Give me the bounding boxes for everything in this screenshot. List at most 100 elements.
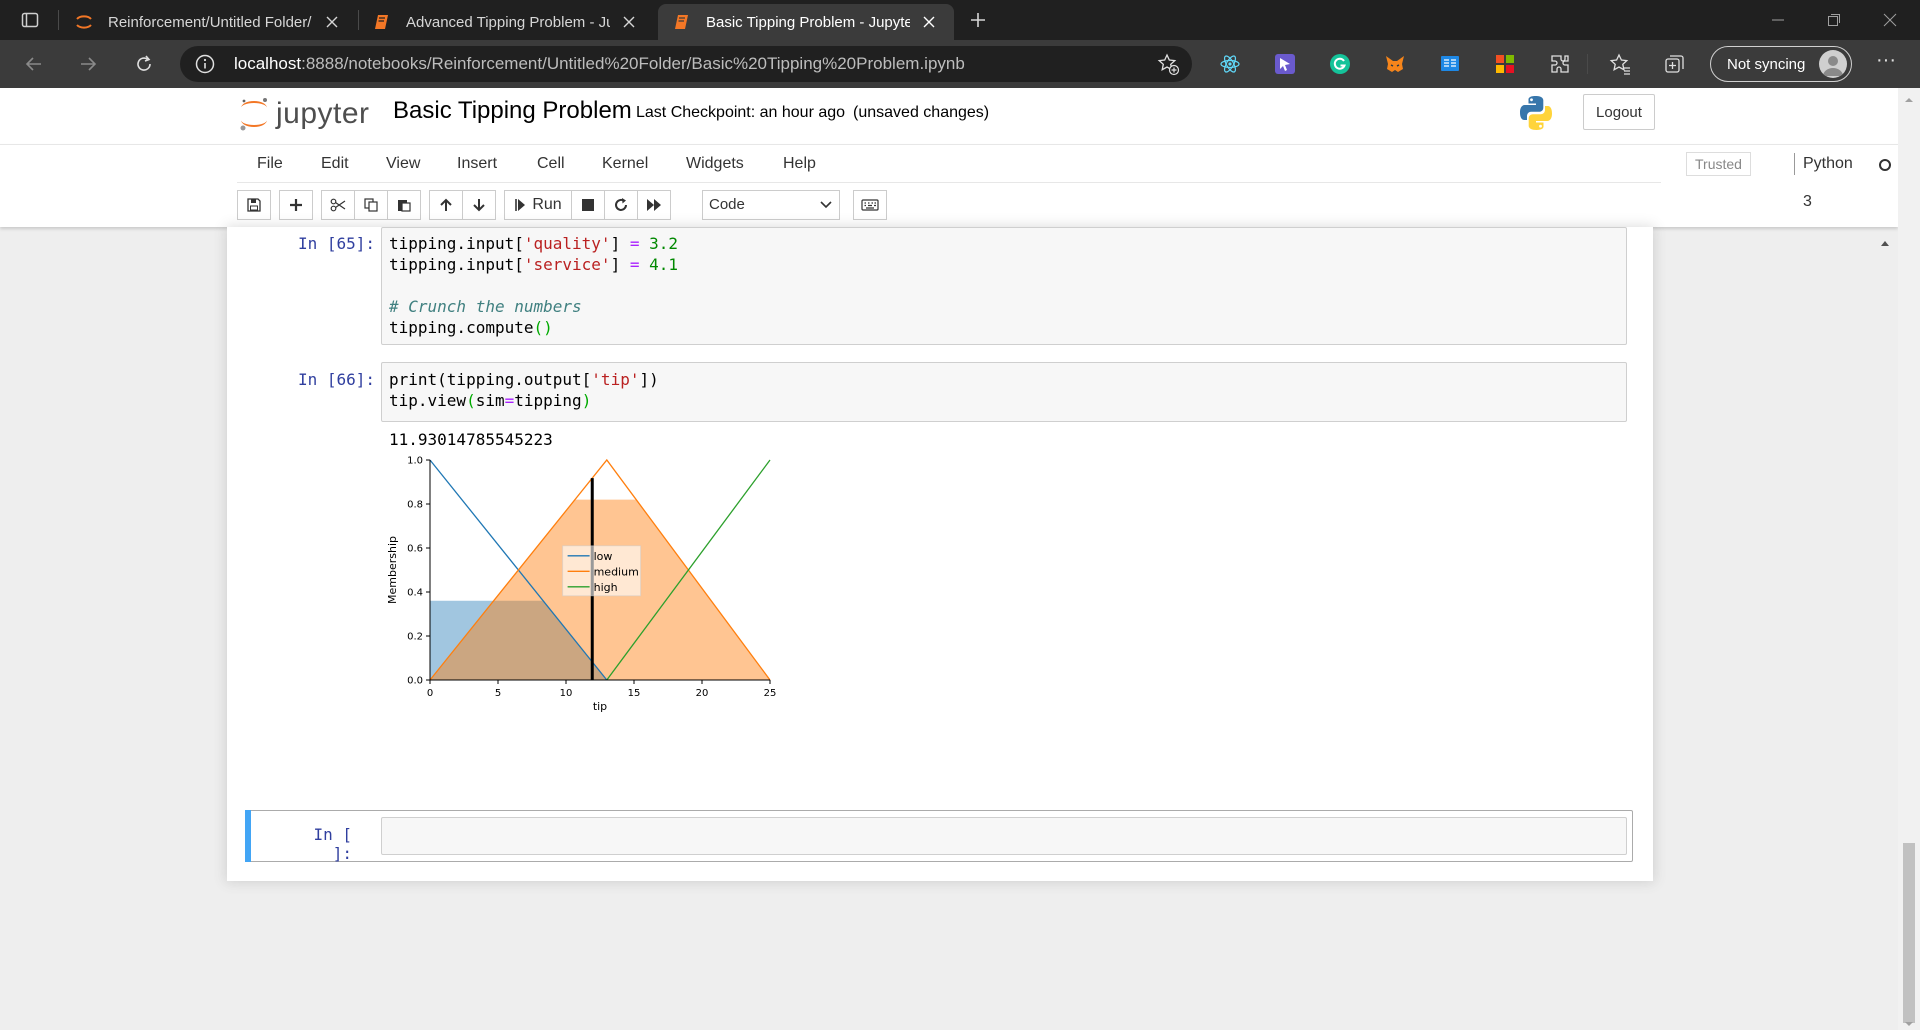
extensions-icon[interactable] bbox=[1548, 52, 1572, 76]
selected-cell[interactable]: In [ ]: bbox=[245, 810, 1633, 863]
scroll-down-icon[interactable] bbox=[1904, 1016, 1914, 1026]
favorites-icon[interactable] bbox=[1608, 52, 1632, 76]
more-options-icon[interactable]: ··· bbox=[1870, 50, 1902, 76]
run-button[interactable]: Run bbox=[504, 190, 572, 220]
y-tick-label: 1.0 bbox=[407, 456, 423, 467]
empty-code-input[interactable] bbox=[381, 817, 1627, 855]
copy-button[interactable] bbox=[354, 190, 388, 220]
forward-icon[interactable] bbox=[70, 48, 106, 80]
browser-tab-folder[interactable]: Reinforcement/Untitled Folder/ bbox=[60, 4, 357, 40]
code-line: tipping.compute() bbox=[389, 318, 553, 337]
insert-cell-button[interactable] bbox=[279, 190, 313, 220]
cell-type-select[interactable]: Code bbox=[702, 190, 840, 220]
window-close-icon[interactable] bbox=[1862, 0, 1918, 40]
x-tick-label: 25 bbox=[764, 688, 777, 699]
step-forward-icon bbox=[515, 199, 526, 211]
checkpoint-status: Last Checkpoint: an hour ago (unsaved cha… bbox=[636, 104, 989, 122]
menu-cell[interactable]: Cell bbox=[537, 145, 565, 183]
notebook-icon bbox=[672, 12, 692, 32]
move-down-button[interactable] bbox=[462, 190, 496, 220]
new-tab-icon[interactable] bbox=[962, 8, 994, 32]
tab-actions-icon[interactable] bbox=[12, 8, 48, 32]
logout-button[interactable]: Logout bbox=[1583, 94, 1655, 130]
restart-icon bbox=[615, 198, 627, 211]
scroll-up-icon[interactable] bbox=[1904, 92, 1914, 102]
jupyter-logo-text: jupyter bbox=[276, 97, 370, 130]
command-palette-button[interactable] bbox=[853, 190, 887, 220]
menu-view[interactable]: View bbox=[386, 145, 420, 183]
menu-insert[interactable]: Insert bbox=[457, 145, 497, 183]
kernel-separator bbox=[1794, 153, 1795, 175]
back-icon[interactable] bbox=[16, 48, 52, 80]
menu-help[interactable]: Help bbox=[783, 145, 816, 183]
notebook-scroll-up-icon[interactable] bbox=[1880, 234, 1890, 246]
kernel-idle-indicator bbox=[1879, 159, 1891, 171]
restore-icon[interactable] bbox=[1806, 0, 1862, 40]
notebook-title[interactable]: Basic Tipping Problem bbox=[393, 97, 632, 125]
move-up-button[interactable] bbox=[429, 190, 463, 220]
close-icon[interactable] bbox=[918, 11, 940, 33]
paste-button[interactable] bbox=[387, 190, 421, 220]
jupyter-logo[interactable]: jupyter bbox=[238, 94, 370, 134]
y-tick-label: 0.8 bbox=[407, 500, 423, 511]
y-tick-label: 0.4 bbox=[407, 588, 423, 599]
metamask-icon[interactable] bbox=[1383, 52, 1407, 76]
restart-kernel-button[interactable] bbox=[604, 190, 638, 220]
office-extension-icon[interactable] bbox=[1493, 52, 1517, 76]
cursor-extension-icon[interactable] bbox=[1273, 52, 1297, 76]
code-line: tip.view(sim=tipping) bbox=[389, 391, 592, 410]
cut-button[interactable] bbox=[321, 190, 355, 220]
checkpoint-text: Last Checkpoint: an hour ago bbox=[636, 104, 846, 121]
legend-label-low: low bbox=[594, 550, 613, 563]
cell-prompt: In [65]: bbox=[297, 234, 375, 253]
menubar: File Edit View Insert Cell Kernel Widget… bbox=[237, 145, 1891, 210]
cell-prompt: In [ ]: bbox=[313, 825, 352, 863]
save-button[interactable] bbox=[237, 190, 271, 220]
sync-label: Not syncing bbox=[1727, 55, 1806, 73]
kernel-name[interactable]: Python 3 bbox=[1803, 145, 1853, 210]
code-line: tipping.input['quality'] = 3.2 bbox=[389, 234, 678, 253]
python-logo-icon bbox=[1517, 94, 1555, 132]
stop-icon bbox=[582, 199, 594, 211]
menu-file[interactable]: File bbox=[257, 145, 283, 183]
keyboard-icon bbox=[861, 199, 879, 211]
page-scrollbar[interactable] bbox=[1898, 88, 1920, 1030]
menu-edit[interactable]: Edit bbox=[321, 145, 349, 183]
reader-extension-icon[interactable] bbox=[1438, 52, 1462, 76]
restart-run-all-button[interactable] bbox=[637, 190, 671, 220]
interrupt-kernel-button[interactable] bbox=[571, 190, 605, 220]
close-icon[interactable] bbox=[321, 11, 343, 33]
profile-sync-button[interactable]: Not syncing bbox=[1710, 46, 1852, 82]
x-tick-label: 0 bbox=[427, 688, 433, 699]
jupyter-logo-icon bbox=[240, 98, 267, 131]
minimize-icon[interactable] bbox=[1750, 0, 1806, 40]
menu-kernel[interactable]: Kernel bbox=[602, 145, 648, 183]
collections-icon[interactable] bbox=[1663, 52, 1687, 76]
avatar bbox=[1819, 50, 1847, 78]
info-icon[interactable] bbox=[194, 53, 216, 75]
code-cell-65[interactable]: tipping.input['quality'] = 3.2 tipping.i… bbox=[381, 227, 1627, 345]
close-icon[interactable] bbox=[618, 11, 640, 33]
react-devtools-icon[interactable] bbox=[1218, 52, 1242, 76]
trusted-badge[interactable]: Trusted bbox=[1686, 152, 1751, 176]
plot-legend: low medium high bbox=[562, 545, 642, 597]
notebook-container: In [65]: tipping.input['quality'] = 3.2 … bbox=[227, 227, 1653, 881]
menu-widgets[interactable]: Widgets bbox=[686, 145, 744, 183]
cell-prompt: In [66]: bbox=[297, 370, 375, 389]
browser-tab-basic-active[interactable]: Basic Tipping Problem - Jupyter bbox=[658, 4, 954, 40]
scrollbar-thumb[interactable] bbox=[1903, 843, 1915, 1023]
address-bar[interactable]: localhost:8888/notebooks/Reinforcement/U… bbox=[180, 46, 1192, 82]
code-cell-66[interactable]: print(tipping.output['tip']) tip.view(si… bbox=[381, 362, 1627, 422]
scissors-icon bbox=[330, 198, 346, 212]
refresh-icon[interactable] bbox=[126, 48, 162, 80]
x-axis-label: tip bbox=[593, 700, 607, 713]
chevron-down-icon bbox=[820, 201, 832, 209]
x-tick-label: 20 bbox=[696, 688, 709, 699]
add-favorite-icon[interactable] bbox=[1156, 52, 1180, 76]
y-tick-label: 0.6 bbox=[407, 544, 423, 555]
browser-tab-advanced[interactable]: Advanced Tipping Problem - Jup bbox=[358, 4, 654, 40]
paste-icon bbox=[398, 200, 411, 212]
grammarly-icon[interactable] bbox=[1328, 52, 1352, 76]
tab-title: Reinforcement/Untitled Folder/ bbox=[108, 13, 312, 31]
save-icon bbox=[247, 198, 261, 212]
